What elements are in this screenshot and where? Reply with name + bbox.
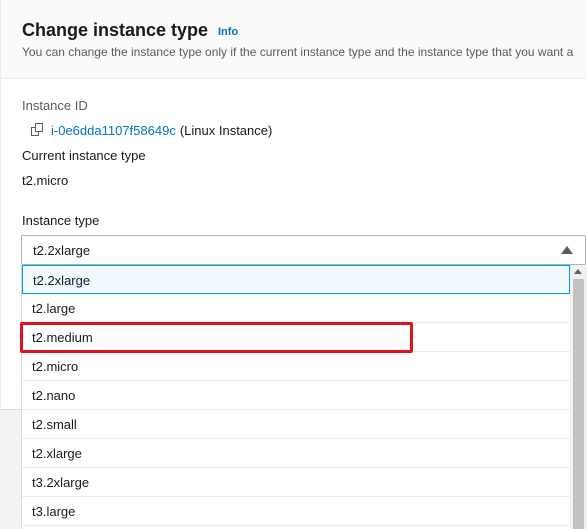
instance-platform: (Linux Instance): [179, 122, 273, 138]
current-instance-type-label: Current instance type: [22, 148, 146, 163]
copy-icon[interactable]: [29, 122, 45, 138]
instance-type-label: Instance type: [22, 213, 100, 228]
current-instance-type-value: t2.micro: [22, 173, 69, 188]
page-title: Change instance type: [22, 20, 209, 40]
panel-description: You can change the instance type only if…: [22, 45, 574, 59]
instance-id-label: Instance ID: [22, 98, 88, 113]
option-t2-small[interactable]: t2.small: [22, 410, 570, 439]
option-t2-large[interactable]: t2.large: [22, 294, 570, 323]
scroll-up-icon[interactable]: [574, 269, 582, 274]
option-t3-2xlarge[interactable]: t3.2xlarge: [22, 468, 570, 497]
info-link[interactable]: Info: [218, 26, 238, 38]
instance-type-selected-value: t2.2xlarge: [33, 243, 91, 258]
caret-up-icon: [561, 246, 573, 254]
instance-type-dropdown: t2.2xlarge t2.large t2.medium t2.micro t…: [21, 265, 587, 529]
scroll-thumb[interactable]: [573, 279, 584, 529]
option-t3-large[interactable]: t3.large: [22, 497, 570, 526]
instance-id-row: i-0e6dda1107f58649c (Linux Instance): [29, 121, 272, 139]
option-t2-medium[interactable]: t2.medium: [22, 323, 570, 352]
dropdown-scrollbar[interactable]: [570, 265, 587, 529]
option-t2-xlarge[interactable]: t2.xlarge: [22, 439, 570, 468]
instance-id-link[interactable]: i-0e6dda1107f58649c: [51, 123, 176, 138]
option-t2-micro[interactable]: t2.micro: [22, 352, 570, 381]
panel-header: Change instance type Info You can change…: [1, 0, 587, 79]
option-t2-nano[interactable]: t2.nano: [22, 381, 570, 410]
option-t2-2xlarge[interactable]: t2.2xlarge: [22, 265, 570, 294]
instance-type-select[interactable]: t2.2xlarge: [21, 235, 586, 265]
